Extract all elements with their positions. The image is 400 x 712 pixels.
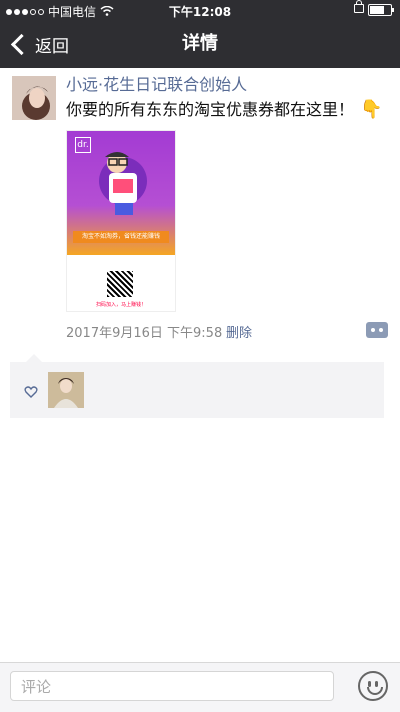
qr-code xyxy=(107,271,133,297)
post-date: 2017年9月16日 下午9:58 xyxy=(66,326,223,341)
status-bar: 中国电信 下午12:08 xyxy=(0,0,400,20)
battery-icon xyxy=(368,4,394,16)
status-time: 下午12:08 xyxy=(168,5,232,19)
liker-avatar[interactable] xyxy=(48,372,84,408)
comment-bar: 评论 xyxy=(0,662,400,712)
post-text: 你要的所有东东的淘宝优惠券都在这里！ 👇 xyxy=(66,98,388,122)
post-image[interactable]: dr. 淘宝不如淘券，省钱还能赚钱 扫码加入，马上赚钱！ xyxy=(66,130,176,312)
delete-button[interactable]: 删除 xyxy=(226,322,252,341)
author-avatar[interactable] xyxy=(12,76,56,120)
post-text-body: 你要的所有东东的淘宝优惠券都在这里！ xyxy=(66,100,355,119)
lock-icon xyxy=(354,0,364,13)
page-title: 详情 xyxy=(182,33,218,54)
comment-input[interactable]: 评论 xyxy=(10,671,334,701)
post-meta: 2017年9月16日 下午9:58 删除 xyxy=(66,318,388,342)
point-down-emoji: 👇 xyxy=(360,99,383,120)
author-name[interactable]: 小远·花生日记联合创始人 xyxy=(66,74,388,96)
heart-icon xyxy=(24,384,38,398)
emoji-icon[interactable] xyxy=(358,671,388,701)
poster-illustration xyxy=(99,152,147,215)
nav-bar: 返回 详情 xyxy=(0,20,400,68)
poster-caption: 扫码加入，马上赚钱！ xyxy=(95,302,146,308)
poster-tagline: 淘宝不如淘券，省钱还能赚钱 xyxy=(73,231,169,243)
likes-panel xyxy=(10,354,384,418)
comment-action-icon[interactable] xyxy=(366,322,388,338)
